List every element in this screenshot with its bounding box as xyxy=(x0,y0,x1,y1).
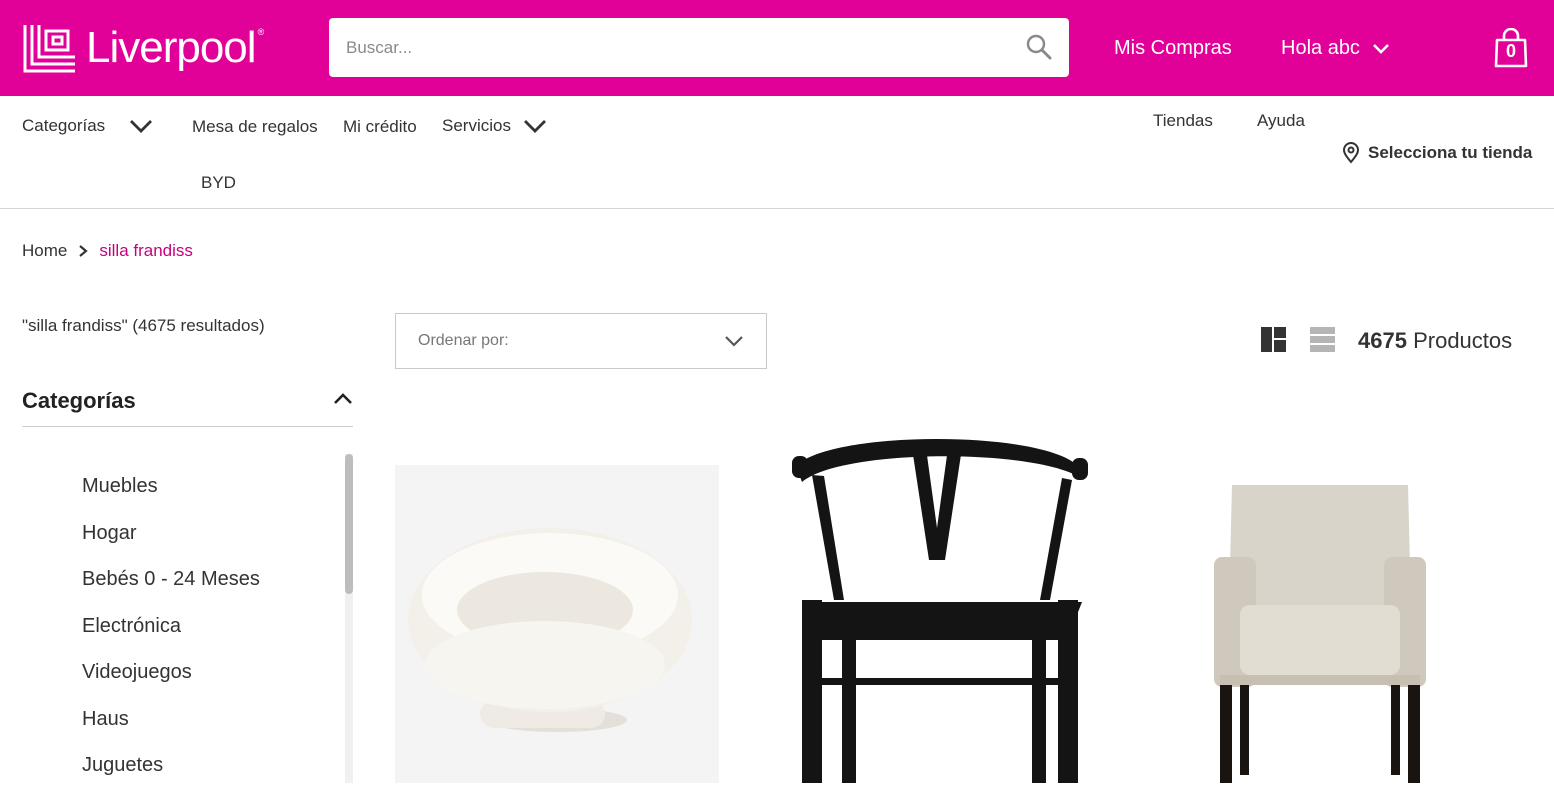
nav-tiendas-label: Tiendas xyxy=(1153,111,1213,130)
location-pin-icon xyxy=(1342,142,1360,164)
grid-view-icon[interactable] xyxy=(1261,327,1286,352)
category-item-bebes[interactable]: Bebés 0 - 24 Meses xyxy=(82,566,260,613)
nav-mesa-label: Mesa de regalos xyxy=(192,117,318,136)
nav-ayuda[interactable]: Ayuda xyxy=(1257,111,1305,131)
logo-registered-mark: ® xyxy=(257,27,265,37)
chevron-up-icon xyxy=(334,393,352,404)
category-scrollbar-thumb[interactable] xyxy=(345,454,353,594)
nav-credito-label: Mi crédito xyxy=(343,117,417,136)
category-item-electronica[interactable]: Electrónica xyxy=(82,613,260,660)
main-navigation: Categorías Mesa de regalos Mi crédito Se… xyxy=(0,96,1554,209)
results-summary: "silla frandiss" (4675 resultados) xyxy=(22,316,265,335)
nav-byd-label: BYD xyxy=(201,173,236,192)
breadcrumb-current: silla frandiss xyxy=(99,241,193,260)
black-wishbone-chair-image xyxy=(792,439,1088,783)
nav-byd[interactable]: BYD xyxy=(201,173,236,193)
shopping-bag-button[interactable]: 0 xyxy=(1494,27,1528,68)
search-bar xyxy=(329,18,1069,77)
nav-mi-credito[interactable]: Mi crédito xyxy=(343,117,417,137)
view-toggle xyxy=(1261,327,1335,352)
products-count-number: 4675 xyxy=(1358,328,1407,353)
logo-text: Liverpool xyxy=(86,23,257,72)
chevron-down-icon xyxy=(130,120,153,133)
chevron-down-icon xyxy=(725,336,743,347)
category-item-muebles[interactable]: Muebles xyxy=(82,473,260,520)
product-card-black-chair[interactable] xyxy=(772,420,1112,783)
nav-ayuda-label: Ayuda xyxy=(1257,111,1305,130)
products-count-label: Productos xyxy=(1413,328,1513,353)
breadcrumb: Home silla frandiss xyxy=(22,241,193,261)
search-input[interactable] xyxy=(329,18,989,77)
select-store-button[interactable]: Selecciona tu tienda xyxy=(1342,142,1532,164)
sort-dropdown-label: Ordenar por: xyxy=(418,332,509,349)
category-list: Muebles Hogar Bebés 0 - 24 Meses Electró… xyxy=(82,473,260,799)
list-view-icon[interactable] xyxy=(1310,327,1335,352)
nav-categorias[interactable]: Categorías xyxy=(22,116,153,136)
product-card-beige-armchair[interactable] xyxy=(1200,475,1440,783)
chevron-down-icon xyxy=(523,120,546,133)
chevron-down-icon xyxy=(1373,43,1389,54)
cart-count-badge: 0 xyxy=(1505,41,1516,61)
select-store-label: Selecciona tu tienda xyxy=(1368,143,1533,162)
mis-compras-link[interactable]: Mis Compras xyxy=(1114,37,1232,60)
greeting-label: Hola abc xyxy=(1281,37,1360,59)
nav-tiendas[interactable]: Tiendas xyxy=(1153,111,1213,131)
nav-servicios[interactable]: Servicios xyxy=(442,116,547,136)
liverpool-logo[interactable]: Liverpool ® xyxy=(22,18,264,78)
category-item-juguetes[interactable]: Juguetes xyxy=(82,752,260,799)
account-menu[interactable]: Hola abc xyxy=(1281,37,1390,60)
sort-dropdown[interactable]: Ordenar por: xyxy=(395,313,767,369)
search-icon[interactable] xyxy=(1025,33,1053,61)
category-item-hogar[interactable]: Hogar xyxy=(82,520,260,567)
products-count: 4675 Productos xyxy=(1358,328,1512,354)
liverpool-logo-icon xyxy=(23,25,75,73)
nav-servicios-label: Servicios xyxy=(442,116,511,135)
nav-categorias-label: Categorías xyxy=(22,116,106,135)
nav-mesa-de-regalos[interactable]: Mesa de regalos xyxy=(192,117,318,137)
header: Liverpool ® Mis Compras Hola abc 0 xyxy=(0,0,1554,96)
categories-filter-title: Categorías xyxy=(22,388,136,413)
categories-filter-header[interactable]: Categorías xyxy=(22,388,353,427)
product-card-white-chair[interactable] xyxy=(395,465,719,783)
category-item-videojuegos[interactable]: Videojuegos xyxy=(82,659,260,706)
beige-armchair-image xyxy=(1214,485,1426,783)
breadcrumb-home[interactable]: Home xyxy=(22,241,67,261)
white-sherpa-chair-image xyxy=(395,465,719,783)
category-item-haus[interactable]: Haus xyxy=(82,706,260,753)
chevron-right-icon xyxy=(79,245,89,257)
